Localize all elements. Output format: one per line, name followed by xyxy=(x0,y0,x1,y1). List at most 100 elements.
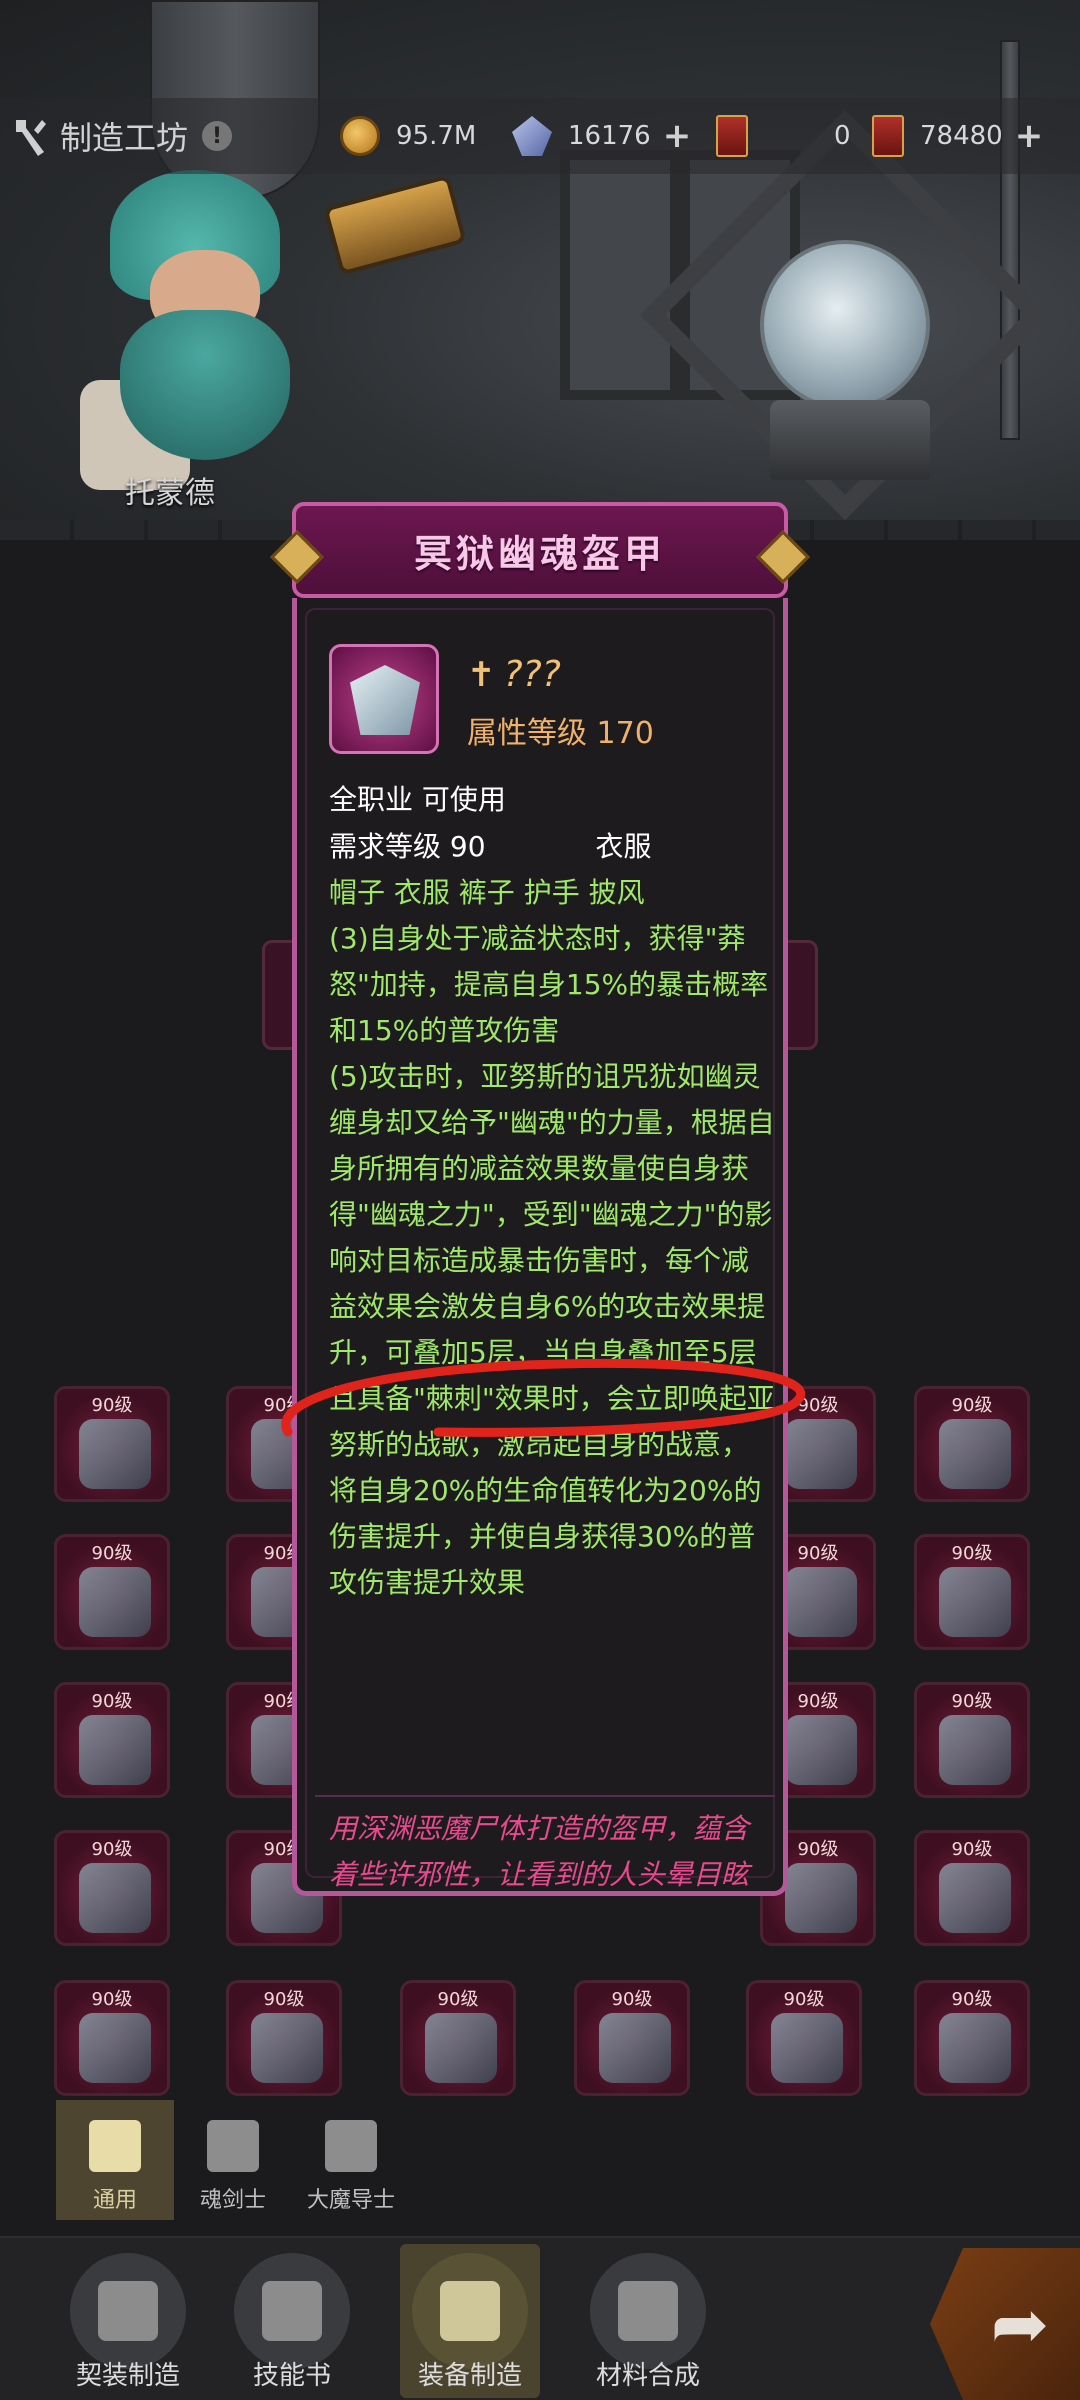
equipment-thumbnail xyxy=(939,1715,1011,1785)
equipment-thumbnail xyxy=(785,1715,857,1785)
slot-level: 90级 xyxy=(91,1691,133,1712)
equipment-thumbnail xyxy=(79,1567,151,1637)
equipment-thumbnail xyxy=(771,2013,843,2083)
set-bonus-description: 帽子 衣服 裤子 护手 披风 (3)自身处于减益状态时，获得"莽怒"加持，提高自… xyxy=(329,870,775,1606)
equipment-thumbnail xyxy=(79,1863,151,1933)
tab-label: 通用 xyxy=(92,2188,137,2213)
tab-archmage[interactable]: 大魔导士 xyxy=(292,2100,410,2220)
equipment-slot[interactable]: 90级 xyxy=(54,1830,170,1946)
tab-label: 大魔导士 xyxy=(306,2188,395,2213)
dwarf-npc[interactable] xyxy=(40,150,340,490)
equipment-thumbnail xyxy=(939,2013,1011,2083)
equipment-slot[interactable]: 90级 xyxy=(914,1980,1030,2096)
workshop-scene: 托蒙德 xyxy=(0,0,1080,540)
ticket-a-amount: 0 xyxy=(834,121,851,151)
nav-icon xyxy=(440,2281,500,2341)
tooltip-header: 冥狱幽魂盔甲 xyxy=(292,502,788,598)
slot-level: 90级 xyxy=(951,1395,993,1416)
helmet-icon xyxy=(412,2253,528,2369)
window-left xyxy=(560,150,680,400)
gold-counter: 95.7M xyxy=(340,98,476,174)
nav-label: 材料合成 xyxy=(595,2361,700,2391)
slot-level: 90级 xyxy=(91,1989,133,2010)
equipment-thumbnail xyxy=(425,2013,497,2083)
equipment-slot[interactable]: 90级 xyxy=(54,1386,170,1502)
set-effect-5: (5)攻击时，亚努斯的诅咒犹如幽灵缠身却又给予"幽魂"的力量，根据自身所拥有的减… xyxy=(329,1060,775,1599)
equipment-thumbnail xyxy=(79,1715,151,1785)
crystal-counter: 16176 + xyxy=(512,98,691,174)
tooltip-body: ✝??? 属性等级 170 全职业 可使用 需求等级 90 衣服 帽子 衣服 裤子… xyxy=(292,598,788,1896)
equipment-slot[interactable]: 90级 xyxy=(54,1682,170,1798)
nav-icon xyxy=(618,2281,678,2341)
workshop-title: 制造工坊 ! xyxy=(12,98,233,174)
add-ticket-button[interactable]: + xyxy=(1015,116,1044,156)
book-icon xyxy=(234,2253,350,2369)
equipment-thumbnail xyxy=(79,2013,151,2083)
paw-icon xyxy=(70,2253,186,2369)
key-icon: ✝ xyxy=(467,655,496,695)
slot-level: 90级 xyxy=(263,1989,305,2010)
item-requirements: 全职业 可使用 需求等级 90 衣服 xyxy=(329,776,769,870)
page-title: 制造工坊 xyxy=(60,119,189,157)
equipment-thumbnail xyxy=(939,1863,1011,1933)
equipment-slot[interactable]: 90级 xyxy=(914,1682,1030,1798)
ticket-b-amount: 78480 xyxy=(920,121,1003,151)
equipment-thumbnail xyxy=(785,1863,857,1933)
nav-material-synthesis[interactable]: 材料合成 xyxy=(578,2244,718,2398)
set-parts: 帽子 衣服 裤子 护手 披风 xyxy=(329,876,645,909)
crystal-ball-stand xyxy=(770,400,930,480)
tab-label: 魂剑士 xyxy=(199,2188,266,2213)
slot-level: 90级 xyxy=(91,1839,133,1860)
tooltip-inner-frame: ✝??? 属性等级 170 全职业 可使用 需求等级 90 衣服 帽子 衣服 裤子… xyxy=(305,608,775,1891)
slot-level: 90级 xyxy=(951,1543,993,1564)
info-icon[interactable]: ! xyxy=(202,121,233,151)
equipment-thumbnail xyxy=(599,2013,671,2083)
slot-level: 90级 xyxy=(91,1543,133,1564)
nav-icon xyxy=(98,2281,158,2341)
nav-equipment-crafting[interactable]: 装备制造 xyxy=(400,2244,540,2398)
required-level: 需求等级 90 xyxy=(329,830,486,863)
equipment-thumbnail xyxy=(785,1419,857,1489)
equipment-slot[interactable]: 90级 xyxy=(914,1386,1030,1502)
equipment-thumbnail xyxy=(79,1419,151,1489)
crystal-icon xyxy=(512,116,552,156)
armor-icon xyxy=(350,665,420,735)
equipment-slot[interactable]: 90级 xyxy=(914,1534,1030,1650)
staff-icon xyxy=(325,2120,377,2172)
unknown-value: ??? xyxy=(503,654,561,695)
add-crystal-button[interactable]: + xyxy=(663,116,692,156)
equipment-slot[interactable]: 90级 xyxy=(914,1830,1030,1946)
equipment-slot[interactable]: 90级 xyxy=(54,1534,170,1650)
nav-pact-crafting[interactable]: 契装制造 xyxy=(58,2244,198,2398)
slot-level: 90级 xyxy=(951,1691,993,1712)
npc-name-label: 托蒙德 xyxy=(125,476,215,511)
ticket-b-counter: 78480 + xyxy=(872,98,1043,174)
top-bar: 制造工坊 ! 95.7M 16176 + 0 78480 + xyxy=(0,98,1080,174)
slot-level: 90级 xyxy=(91,1395,133,1416)
tab-soul-swordsman[interactable]: 魂剑士 xyxy=(174,2100,292,2220)
nav-label: 技能书 xyxy=(252,2361,331,2391)
equipment-slot[interactable]: 90级 xyxy=(746,1980,862,2096)
usable-classes: 全职业 可使用 xyxy=(329,783,506,816)
crystal-shard-icon xyxy=(590,2253,706,2369)
ticket-a-counter: 0 xyxy=(716,98,851,174)
slot-level: 90级 xyxy=(611,1989,653,2010)
set-effect-3: (3)自身处于减益状态时，获得"莽怒"加持，提高自身15%的暴击概率和15%的普… xyxy=(329,922,769,1047)
slot-level: 90级 xyxy=(951,1989,993,2010)
equipment-thumbnail xyxy=(939,1419,1011,1489)
equipment-slot[interactable]: 90级 xyxy=(226,1980,342,2096)
nav-icon xyxy=(262,2281,322,2341)
equipment-slot[interactable]: 90级 xyxy=(400,1980,516,2096)
crystal-ball xyxy=(760,240,930,410)
nav-skill-book[interactable]: 技能书 xyxy=(222,2244,362,2398)
hammer-prop xyxy=(323,174,467,276)
equipment-slot[interactable]: 90级 xyxy=(574,1980,690,2096)
nav-label: 装备制造 xyxy=(417,2361,522,2391)
divider xyxy=(315,1795,775,1797)
tab-general[interactable]: 通用 xyxy=(56,2100,174,2220)
item-tooltip: 冥狱幽魂盔甲 ✝??? 属性等级 170 全职业 可使用 需求等级 90 衣服 帽… xyxy=(292,502,788,1896)
equipment-slot[interactable]: 90级 xyxy=(54,1980,170,2096)
equipment-thumbnail xyxy=(251,2013,323,2083)
item-icon xyxy=(329,644,439,754)
slot-level: 90级 xyxy=(437,1989,479,2010)
